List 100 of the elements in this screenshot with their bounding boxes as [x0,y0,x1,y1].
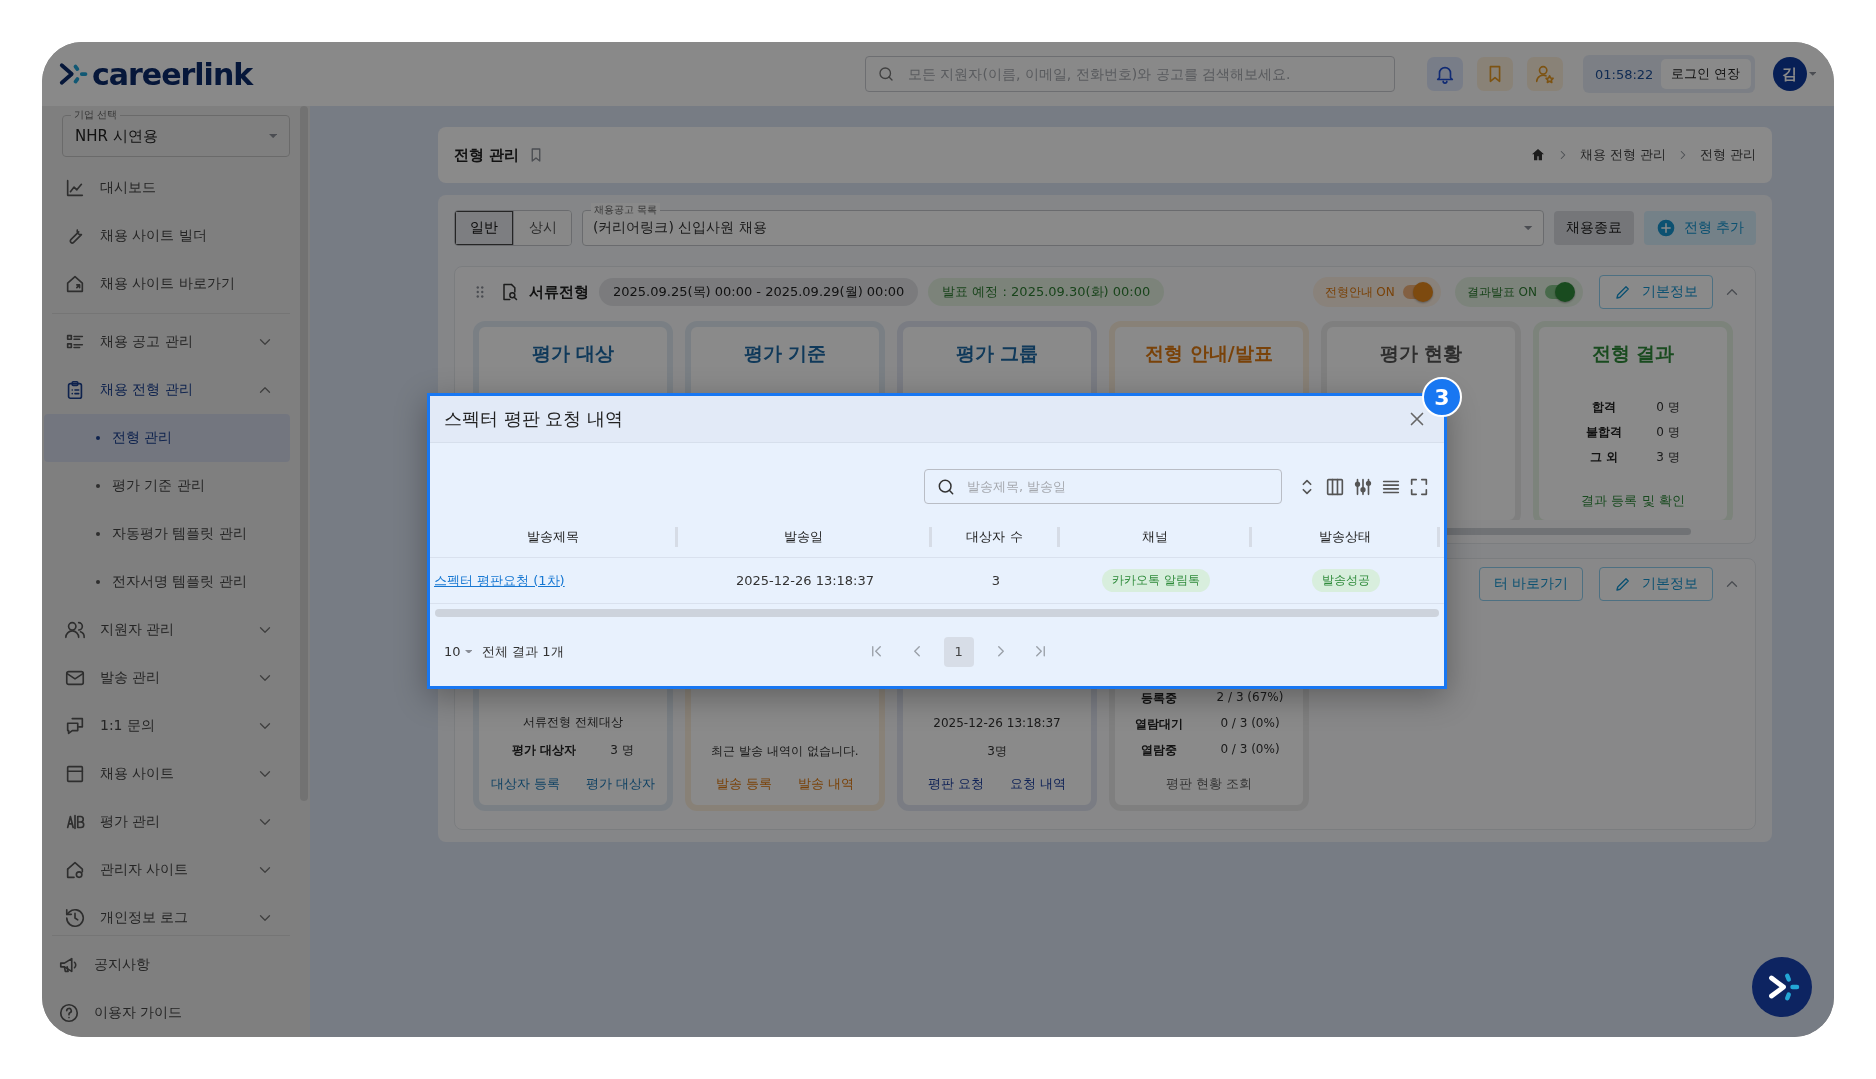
mode-tab[interactable]: 일반 [455,211,513,245]
sidebar-item[interactable]: 개인정보 로그 [42,894,290,935]
stat-label: 열람대기 [1134,716,1183,733]
first-page-icon [872,646,882,657]
field-label: 기업 선택 [71,108,121,121]
card-link[interactable]: 결과 등록 및 확인 [1581,492,1685,510]
sidebar-item[interactable]: 1:1 문의 [42,702,290,750]
breadcrumb-link[interactable]: 채용 전형 관리 [1579,146,1666,164]
card-title: 평가 현황 [1379,341,1463,366]
status-tag: 발송성공 [1312,569,1380,592]
column-header: 발송상태 [1252,526,1440,547]
help-icon [58,1002,80,1024]
stat-label: 불합격 [1586,424,1623,441]
card-title: 평가 그룹 [955,341,1039,366]
sidebar-item[interactable]: 채용 공고 관리 [42,318,290,366]
sidebar-item[interactable]: 관리자 사이트 [42,846,290,894]
mode-tab[interactable]: 상시 [513,211,571,245]
session-timer: 01:58:22 [1594,66,1654,82]
caret-icon [464,649,473,654]
logo-text: careerlink [92,56,253,92]
sidebar-item[interactable]: 채용 사이트 바로가기 [42,260,290,308]
sidebar-subitem[interactable]: 자동평가 템플릿 관리 [44,510,290,558]
sidebar-item[interactable]: 지원자 관리 [42,606,290,654]
add-stage-button[interactable]: 전형 추가 [1643,211,1756,245]
window-icon [64,763,86,785]
end-recruitment-button[interactable]: 채용종료 [1553,211,1634,245]
sidebar-item[interactable]: 채용 전형 관리 [42,366,290,414]
caret-icon [1524,225,1533,231]
pencil-icon [1614,283,1632,301]
person-star-icon [1533,63,1556,85]
stat-value: 3 명 [1656,449,1680,466]
toggle-switch[interactable] [1545,285,1573,299]
card-link[interactable]: 대상자 등록 [490,775,560,793]
page-button[interactable]: 1 [943,636,974,667]
stat-value: 3 명 [610,742,634,759]
chevron-right-icon [997,646,1004,657]
card-link[interactable]: 평가 대상자 [586,775,656,793]
card-text: 2025-12-26 13:18:37 [933,715,1061,731]
table-cell-text: 2025-12-26 13:18:37 [734,573,876,588]
field-label: 채용공고 목록 [591,203,661,216]
stat-label: 합격 [1592,399,1617,416]
sidebar-item[interactable]: 대시보드 [42,164,290,212]
basic-info-button[interactable]: 기본정보 [1599,567,1713,601]
stat-value: 0 명 [1656,399,1680,416]
bell-button[interactable] [1426,57,1463,91]
stat-value: 0 / 3 (0%) [1220,742,1280,758]
stat-value: 2 / 3 (67%) [1216,690,1284,706]
page-size-select[interactable]: 10 [444,644,473,659]
pencil-icon [1614,575,1632,593]
toggle-switch[interactable] [1402,285,1431,299]
search-field[interactable]: 발송제목, 발송일 [924,469,1282,504]
period-pill: 2025.09.25(목) 00:00 - 2025.09.29(월) 00:00 [599,278,919,306]
sidebar-subitem[interactable]: 평가 기준 관리 [44,462,290,510]
card-text: 3명 [987,743,1007,759]
user-menu-button[interactable]: 김 [1772,57,1816,91]
house-icon [64,273,86,295]
stage-name: 서류전형 [529,282,589,302]
plus-icon [1655,218,1676,238]
search-icon [876,65,895,83]
bookmark-button[interactable] [1476,57,1513,91]
sidebar-item[interactable]: 발송 관리 [42,654,290,702]
chevron-left-icon [913,646,920,657]
sidebar-item[interactable]: 평가 관리 [42,798,290,846]
card-text: 서류전형 전체대상 [523,714,623,730]
avatar-initial: 김 [1772,57,1807,91]
chart-icon [64,177,86,199]
history-icon [64,907,86,929]
title-link[interactable]: 스펙터 평판요청 (1차) [434,572,565,588]
page-title: 전형 관리 [454,145,520,165]
last-page-icon [1036,646,1046,657]
table-cell-text: 3 [990,573,1002,588]
toggle-pill: 결과발표 ON [1454,277,1583,307]
column-header: 대상자 수 [932,526,1060,547]
column-header: 발송일 [678,526,932,547]
column-header: 채널 [1060,526,1252,547]
card-link[interactable]: 발송 내역 [798,775,855,793]
card-title: 전형 결과 [1591,341,1675,366]
house-icon [64,859,86,881]
sidebar-item[interactable]: 이용자 가이드 [52,989,290,1037]
sidebar-item[interactable]: 공지사항 [52,941,290,989]
sidebar-subitem[interactable]: 전자서명 템플릿 관리 [44,558,290,606]
stat-value: 0 명 [1656,424,1680,441]
basic-info-button[interactable]: 기본정보 [1599,275,1713,309]
card-link[interactable]: 요청 내역 [1010,775,1067,793]
card-link[interactable]: 평판 요청 [927,775,984,793]
card-link[interactable]: 발송 등록 [715,775,772,793]
sidebar-item[interactable]: 채용 사이트 [42,750,290,798]
sidebar-item[interactable]: 채용 사이트 빌더 [42,212,290,260]
sidebar-subitem[interactable]: 전형 관리 [44,414,290,462]
chat-icon [64,715,86,737]
person-star-button[interactable] [1526,57,1563,91]
announce-pill: 발표 예정 : 2025.09.30(화) 00:00 [928,278,1165,306]
card-link[interactable]: 평판 현황 조회 [1165,775,1253,793]
stat-label: 열람중 [1140,742,1177,759]
extend-login-button[interactable]: 로그인 연장 [1661,59,1751,89]
caret-icon [268,133,277,139]
breadcrumb-link[interactable]: 전형 관리 [1699,146,1756,164]
stat-label: 등록중 [1140,690,1177,707]
card-title: 전형 안내/발표 [1145,341,1273,366]
shortcut-button[interactable]: 터 바로가기 [1478,567,1583,601]
